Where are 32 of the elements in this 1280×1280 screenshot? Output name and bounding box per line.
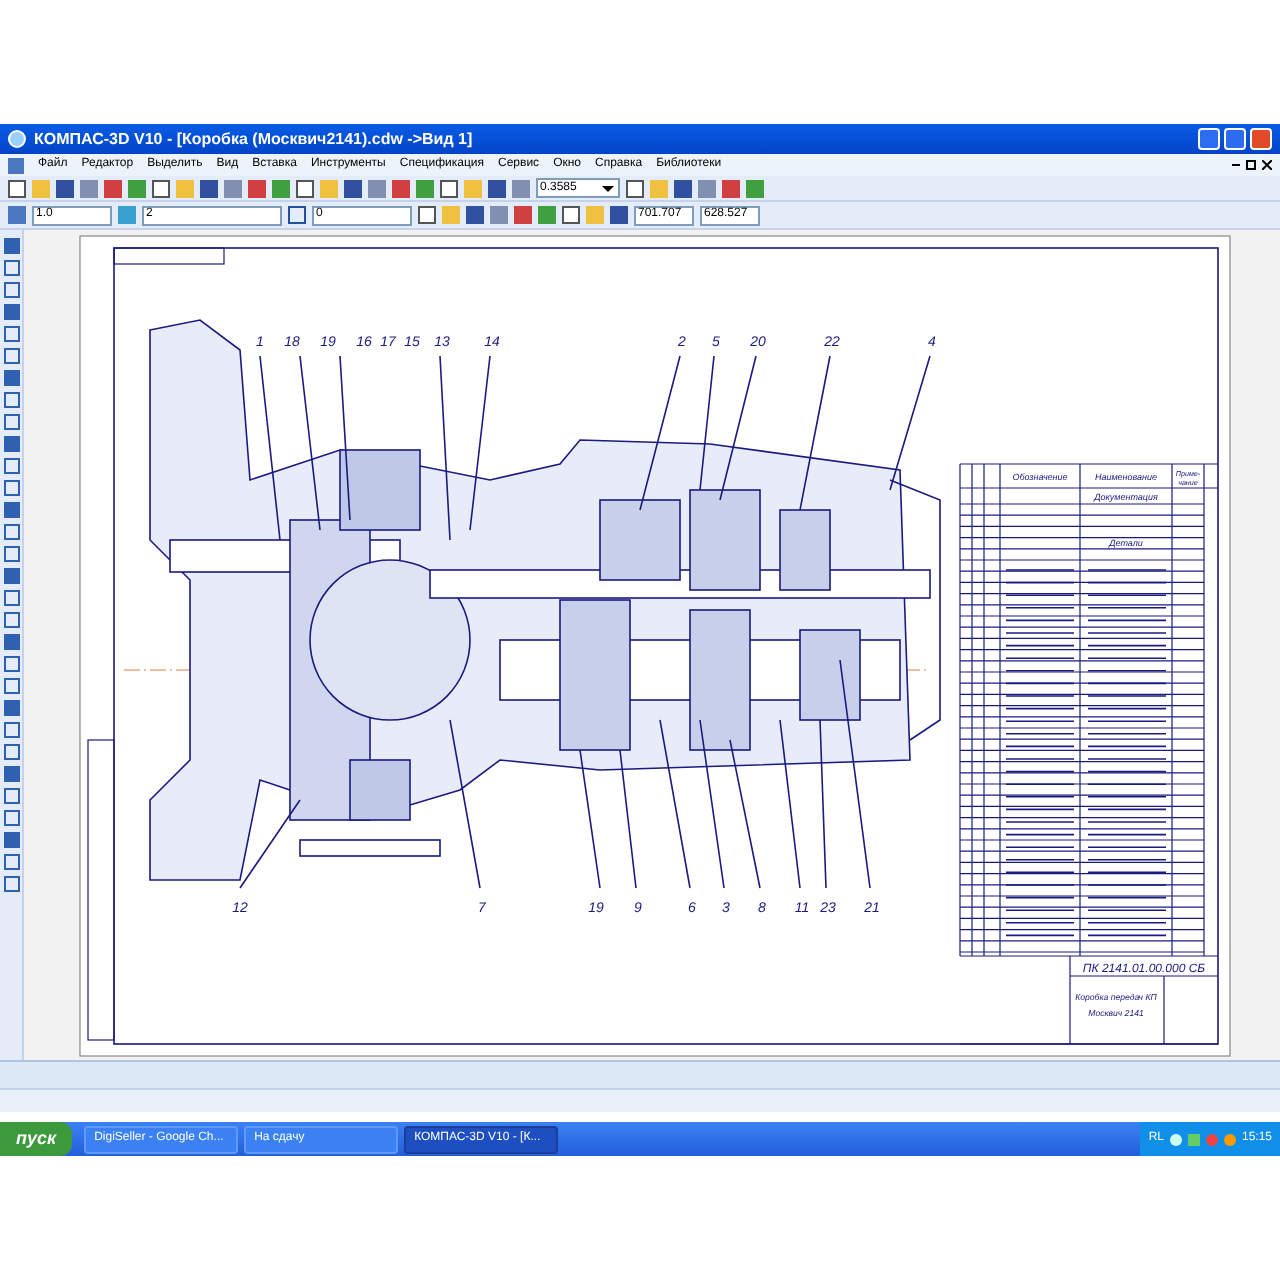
start-button[interactable]: пуск [0,1122,73,1156]
restore-icon[interactable] [1246,160,1256,170]
close-icon[interactable] [1262,160,1272,170]
restore-button[interactable] [1224,128,1246,150]
spec-entry-line [1005,707,1075,710]
spec-entry-line [1005,733,1075,735]
spec-entry-line [1005,758,1075,760]
close-button[interactable] [1250,128,1272,150]
spec-entry-line [1005,909,1075,911]
spec-entry-line [1005,859,1075,861]
spec-entry-line [1005,808,1075,811]
spec-entry-line [1087,859,1167,861]
spec-entry-line [1005,934,1075,937]
spec-entry-line [1087,909,1167,911]
document-icon[interactable] [8,157,24,173]
spec-entry-line [1005,833,1075,836]
spec-entry-line [1087,632,1167,634]
drawing-stamp [113,247,225,265]
spec-entry-line [1087,833,1167,836]
spec-entry-line [1087,733,1167,735]
app-icon [8,130,26,148]
window-title: КОМПАС-3D V10 - [Коробка (Москвич2141).cdw ->Вид 1] [34,127,473,151]
spec-entry-line [1087,657,1167,659]
minimize-button[interactable] [1198,128,1220,150]
dropdown-arrow-icon[interactable] [602,185,614,191]
spec-entry-line [1087,758,1167,760]
spec-entry-line [1005,632,1075,634]
style-icon[interactable] [288,206,306,224]
spec-entry-line [1005,657,1075,659]
spec-entry-line [1087,934,1167,937]
spec-entry-line [1087,808,1167,811]
spec-entry-line [1087,707,1167,710]
